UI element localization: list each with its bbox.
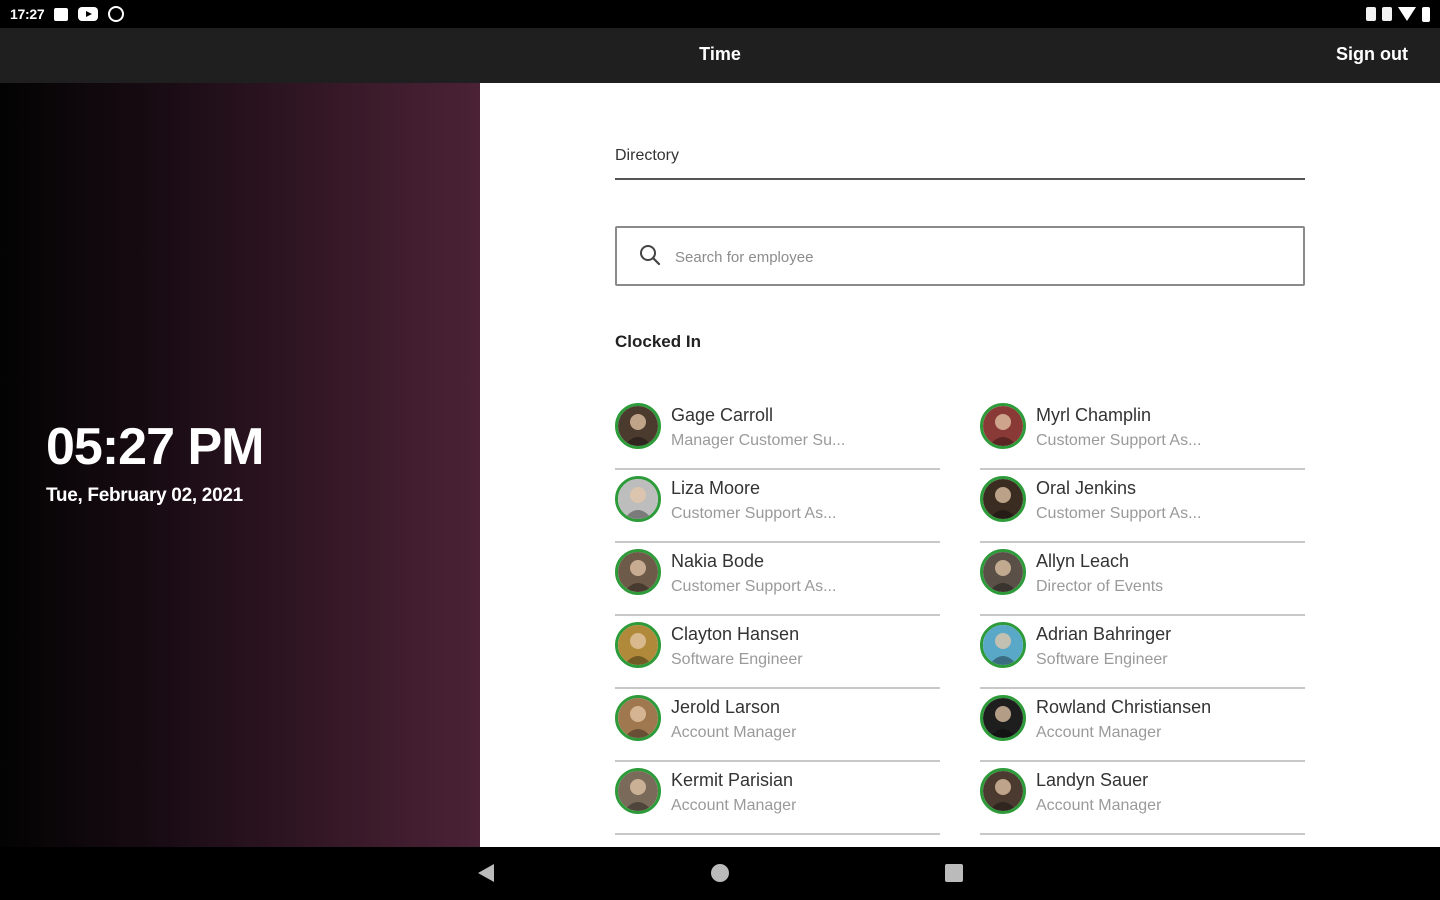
employee-list-item[interactable]: Rowland Christiansen Account Manager [980,689,1305,762]
directory-panel: Directory Clocked In Gage Carroll Manager… [480,83,1440,847]
employee-role: Customer Support As... [671,578,837,595]
clocked-in-heading: Clocked In [615,332,701,351]
employee-avatar [615,476,661,522]
employee-role: Account Manager [1036,724,1162,741]
app-title: Time [699,44,741,64]
employee-list-item[interactable]: Clayton Hansen Software Engineer [615,616,940,689]
directory-divider [615,178,1305,180]
employee-role: Customer Support As... [671,505,837,522]
clock-panel: 05:27 PM Tue, February 02, 2021 [0,83,480,847]
employee-avatar [980,403,1026,449]
employee-list: Gage Carroll Manager Customer Su... Myrl C… [615,397,1305,835]
clock-time: 05:27 PM [46,418,264,476]
employee-name: Myrl Champlin [1036,405,1152,425]
employee-role: Account Manager [671,797,797,814]
employee-role: Software Engineer [671,651,803,668]
employee-list-item[interactable]: Gage Carroll Manager Customer Su... [615,397,940,470]
app-bar: Time Sign out [0,28,1440,83]
employee-name: Gage Carroll [671,405,774,425]
employee-name: Clayton Hansen [671,624,800,644]
employee-list-item[interactable]: Landyn Sauer Account Manager [980,762,1305,835]
employee-name: Nakia Bode [671,551,765,571]
status-bar: 17:27 [0,0,1440,28]
employee-name: Adrian Bahringer [1036,624,1172,644]
wifi-icon [1398,7,1416,21]
status-bar-left: 17:27 [10,6,125,22]
employee-avatar [615,622,661,668]
employee-list-item[interactable]: Jerold Larson Account Manager [615,689,940,762]
search-box[interactable] [615,226,1305,286]
employee-avatar [980,695,1026,741]
back-icon[interactable] [478,864,494,882]
employee-avatar [980,549,1026,595]
employee-avatar [980,476,1026,522]
data-saver-icon [1382,7,1392,21]
employee-name: Oral Jenkins [1036,478,1137,498]
bluetooth-icon [1366,7,1376,21]
employee-avatar [980,622,1026,668]
employee-role: Customer Support As... [1036,432,1202,449]
employee-name: Liza Moore [671,478,761,498]
employee-avatar [615,695,661,741]
employee-role: Account Manager [671,724,797,741]
employee-name: Landyn Sauer [1036,770,1149,790]
employee-list-item[interactable]: Nakia Bode Customer Support As... [615,543,940,616]
employee-role: Software Engineer [1036,651,1168,668]
employee-avatar [615,768,661,814]
employee-name: Kermit Parisian [671,770,794,790]
employee-role: Customer Support As... [1036,505,1202,522]
employee-list-item[interactable]: Adrian Bahringer Software Engineer [980,616,1305,689]
system-nav-bar [0,847,1440,900]
sign-out-button[interactable]: Sign out [1336,44,1408,65]
directory-label: Directory [615,147,680,164]
employee-avatar [615,403,661,449]
employee-list-item[interactable]: Oral Jenkins Customer Support As... [980,470,1305,543]
search-input[interactable] [675,242,1275,272]
notification-app-icon [54,7,69,21]
status-bar-right [1366,6,1430,22]
employee-avatar [615,549,661,595]
sync-notification-icon [108,6,125,22]
youtube-notification-icon [78,7,99,21]
recent-apps-icon[interactable] [945,864,963,882]
employee-role: Account Manager [1036,797,1162,814]
employee-name: Allyn Leach [1036,551,1130,571]
employee-list-item[interactable]: Liza Moore Customer Support As... [615,470,940,543]
employee-name: Jerold Larson [671,697,781,717]
employee-name: Rowland Christiansen [1036,697,1212,717]
employee-list-item[interactable]: Myrl Champlin Customer Support As... [980,397,1305,470]
search-icon [639,244,661,266]
battery-icon [1422,6,1430,22]
employee-list-item[interactable]: Kermit Parisian Account Manager [615,762,940,835]
employee-role: Manager Customer Su... [671,432,846,449]
employee-list-item[interactable]: Allyn Leach Director of Events [980,543,1305,616]
clock-date: Tue, February 02, 2021 [46,485,243,506]
employee-avatar [980,768,1026,814]
home-icon[interactable] [711,864,729,882]
status-time: 17:27 [10,6,45,22]
employee-role: Director of Events [1036,578,1164,595]
